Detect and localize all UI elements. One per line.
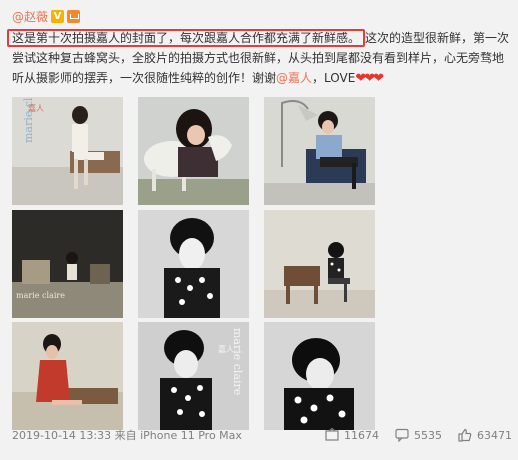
photo-1-brand-cn: 嘉人	[28, 103, 44, 113]
post-text-line-3-a: 听从摄影师的摆弄，一次很随性纯粹的创作！谢谢	[12, 71, 277, 85]
highlighted-sentence: 这是第十次拍摄嘉人的封面了，每次跟嘉人合作都充满了新鲜感。	[7, 29, 366, 47]
post-text-line-3-b: ，LOVE	[312, 71, 356, 85]
post-text: 这是第十次拍摄嘉人的封面了，每次跟嘉人合作都充满了新鲜感。 这次的造型很新鲜，第一…	[7, 28, 512, 88]
photo-7[interactable]	[12, 322, 123, 430]
photo-9[interactable]	[264, 322, 375, 430]
photo-8-brand: marie claire	[231, 328, 244, 395]
like-count: 63471	[477, 428, 512, 442]
post-actions: 11674 5535 63471	[325, 420, 512, 450]
repost-button[interactable]: 11674	[325, 428, 379, 442]
verified-badge-icon: V	[51, 9, 65, 23]
mention-link[interactable]: @嘉人	[276, 71, 312, 85]
photo-8-brand-cn: 嘉人	[218, 344, 234, 354]
thumbs-up-icon	[458, 428, 472, 442]
like-button[interactable]: 63471	[458, 428, 512, 442]
repost-icon	[325, 428, 339, 442]
post-meta: 2019-10-14 13:33 来自 iPhone 11 Pro Max	[12, 429, 242, 442]
post-text-line-3: 听从摄影师的摆弄，一次很随性纯粹的创作！谢谢@嘉人，LOVE❤❤❤	[12, 68, 512, 88]
post-footer: 2019-10-14 13:33 来自 iPhone 11 Pro Max 11…	[12, 420, 512, 450]
post-text-line-1-rest: 这次的造型很新鲜，第一次	[365, 31, 510, 45]
photo-grid: marie claire 嘉人 marie claire marie clair…	[12, 97, 376, 430]
comment-button[interactable]: 5535	[395, 428, 442, 442]
post-text-line-2: 尝试这种复古蜂窝头，全胶片的拍摄方式也很新鲜，从头拍到尾都没有看到样片，心无旁骛…	[12, 51, 505, 65]
username-link[interactable]: @赵薇	[12, 8, 48, 25]
photo-6[interactable]	[264, 210, 375, 318]
heart-icons: ❤❤❤	[355, 71, 384, 86]
vip-badge-icon	[67, 9, 81, 23]
post-header: @赵薇 V	[12, 7, 81, 25]
comment-icon	[395, 428, 409, 442]
photo-5[interactable]	[138, 210, 249, 318]
photo-4[interactable]: marie claire	[12, 210, 123, 318]
weibo-post: @赵薇 V 这是第十次拍摄嘉人的封面了，每次跟嘉人合作都充满了新鲜感。 这次的造型…	[0, 0, 518, 460]
photo-4-brand: marie claire	[16, 291, 65, 300]
photo-1[interactable]: marie claire 嘉人	[12, 97, 123, 205]
photo-8[interactable]: marie claire 嘉人	[138, 322, 249, 430]
photo-3[interactable]	[264, 97, 375, 205]
repost-count: 11674	[344, 428, 379, 442]
post-text-line-1: 这是第十次拍摄嘉人的封面了，每次跟嘉人合作都充满了新鲜感。 这次的造型很新鲜，第一…	[7, 28, 512, 48]
comment-count: 5535	[414, 428, 442, 442]
photo-2[interactable]	[138, 97, 249, 205]
